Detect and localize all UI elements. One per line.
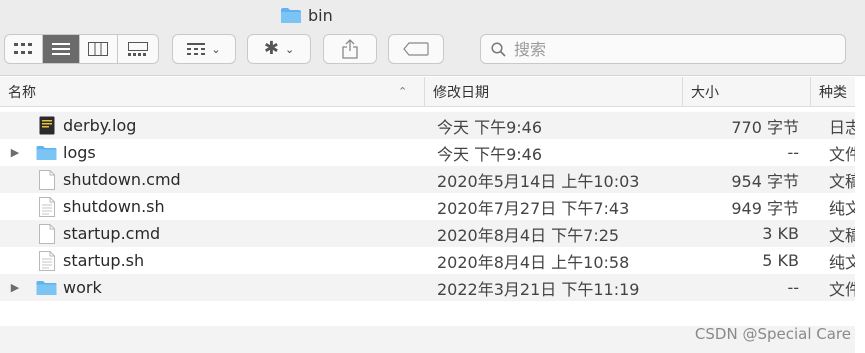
kind-column-label: 种类	[819, 85, 847, 101]
name-column-header[interactable]: 名称	[0, 77, 424, 107]
file-size: 954 字节	[731, 171, 799, 191]
file-row[interactable]: ▶ work 2022年3月21日 下午11:19 -- 文件夹	[0, 274, 865, 301]
file-row[interactable]: derby.log 今天 下午9:46 770 字节 日志	[0, 112, 861, 139]
list-view-icon	[51, 43, 70, 55]
column-view-button[interactable]	[80, 35, 118, 63]
search-field[interactable]	[480, 34, 846, 64]
window-edge	[855, 77, 865, 353]
document-icon	[36, 169, 57, 190]
file-size: --	[787, 278, 799, 297]
file-name: startup.cmd	[63, 224, 161, 243]
window-title: bin	[280, 4, 333, 26]
sort-ascending-icon: ⌃	[398, 85, 408, 98]
file-date: 2020年8月4日 下午7:25	[437, 225, 620, 245]
size-column-header[interactable]: 大小	[682, 77, 810, 107]
log-file-icon	[36, 115, 57, 136]
column-header: 名称 ⌃ 修改日期 大小 种类	[0, 77, 865, 107]
gear-icon: ✱	[263, 38, 279, 59]
disclosure-triangle-icon[interactable]: ▶	[10, 281, 20, 294]
column-view-icon	[88, 42, 109, 56]
group-button[interactable]: ⌄	[172, 34, 236, 64]
search-icon	[491, 41, 506, 57]
view-mode-group	[4, 34, 159, 64]
name-column-label: 名称	[8, 85, 36, 101]
file-name: startup.sh	[63, 251, 145, 270]
file-date: 今天 下午9:46	[437, 117, 543, 137]
size-column-label: 大小	[691, 85, 719, 101]
text-file-icon	[36, 250, 57, 271]
file-list: derby.log 今天 下午9:46 770 字节 日志 ▶ logs 今天 …	[0, 112, 865, 301]
file-row[interactable]: shutdown.sh 2020年7月27日 下午7:43 949 字节 纯文本	[0, 193, 865, 220]
tag-icon	[403, 42, 429, 56]
file-row[interactable]: startup.sh 2020年8月4日 上午10:58 5 KB 纯文本	[0, 247, 865, 274]
chevron-down-icon: ⌄	[211, 42, 221, 56]
search-input[interactable]	[514, 39, 814, 59]
file-size: 3 KB	[762, 224, 799, 243]
file-size: 770 字节	[731, 117, 799, 137]
icon-view-button[interactable]	[5, 35, 43, 63]
folder-icon	[36, 142, 57, 163]
gallery-view-button[interactable]	[118, 35, 158, 63]
file-size: 949 字节	[731, 198, 799, 218]
file-size: 5 KB	[762, 251, 799, 270]
folder-icon	[281, 7, 301, 23]
file-name: work	[63, 278, 102, 297]
share-button[interactable]	[323, 34, 377, 64]
file-name: shutdown.sh	[63, 197, 165, 216]
date-column-label: 修改日期	[433, 85, 489, 101]
document-icon	[36, 223, 57, 244]
action-button[interactable]: ✱ ⌄	[247, 34, 311, 64]
date-column-header[interactable]: 修改日期	[424, 77, 682, 107]
gallery-view-icon	[127, 42, 148, 56]
file-date: 2020年5月14日 上午10:03	[437, 171, 640, 191]
folder-icon	[36, 277, 57, 298]
file-name: derby.log	[63, 116, 137, 135]
window-title-text: bin	[308, 5, 333, 25]
list-view-button[interactable]	[42, 35, 81, 63]
file-row[interactable]: startup.cmd 2020年8月4日 下午7:25 3 KB 文稿	[0, 220, 861, 247]
share-icon	[342, 39, 358, 59]
file-row[interactable]: ▶ logs 今天 下午9:46 -- 文件夹	[0, 139, 865, 166]
disclosure-triangle-icon[interactable]: ▶	[10, 146, 20, 159]
text-file-icon	[36, 196, 57, 217]
file-date: 2020年8月4日 上午10:58	[437, 252, 630, 272]
file-date: 2022年3月21日 下午11:19	[437, 279, 640, 299]
file-size: --	[787, 143, 799, 162]
watermark: CSDN @Special Care	[694, 325, 851, 343]
file-name: shutdown.cmd	[63, 170, 181, 189]
file-name: logs	[63, 143, 96, 162]
chevron-down-icon: ⌄	[284, 42, 295, 56]
file-row[interactable]: shutdown.cmd 2020年5月14日 上午10:03 954 字节 文…	[0, 166, 861, 193]
file-date: 今天 下午9:46	[437, 144, 543, 164]
toolbar: bin ⌄ ✱ ⌄ 搜索	[0, 0, 865, 76]
icon-view-icon	[14, 43, 33, 54]
file-date: 2020年7月27日 下午7:43	[437, 198, 630, 218]
tag-button[interactable]	[388, 34, 444, 64]
group-icon	[187, 43, 206, 55]
